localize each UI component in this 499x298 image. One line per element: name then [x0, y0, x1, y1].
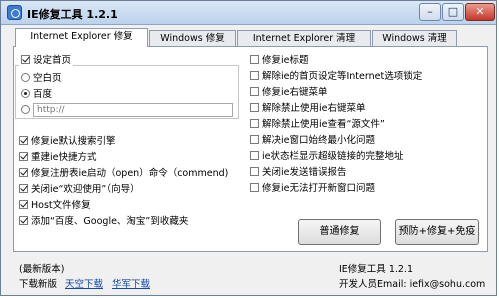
radio-label: 空白页	[33, 73, 62, 84]
check-label: 解决ie窗口始终最小化问题	[262, 135, 375, 146]
minimize-button[interactable]: –	[419, 3, 441, 21]
set-homepage-checkbox[interactable]: 设定首页	[19, 55, 74, 67]
check-label: 重建ie快捷方式	[31, 152, 97, 163]
left-check-2[interactable]: 重建ie快捷方式	[19, 152, 96, 164]
right-check-2[interactable]: 解除ie的首页设定等Internet选项锁定	[250, 71, 422, 83]
right-check-7[interactable]: ie状态栏显示超级链接的完整地址	[250, 151, 404, 163]
close-button[interactable]: ✕	[465, 3, 495, 21]
checkbox-box[interactable]	[250, 87, 259, 96]
checkbox-box[interactable]	[19, 152, 28, 161]
left-check-3[interactable]: 修复注册表ie启动（open）命令（commend)	[19, 168, 228, 180]
left-check-1[interactable]: 修复ie默认搜索引擎	[19, 136, 115, 148]
check-label: 解除禁止使用ie查看“源文件”	[262, 119, 385, 130]
check-label: Host文件修复	[31, 200, 91, 211]
right-check-6[interactable]: 解决ie窗口始终最小化问题	[250, 135, 375, 147]
tab-windows-clean[interactable]: Windows 清理	[372, 30, 457, 46]
checkbox-box[interactable]	[250, 71, 259, 80]
check-label: 修复注册表ie启动（open）命令（commend)	[31, 168, 229, 179]
right-check-9[interactable]: 修复ie无法打开新窗口问题	[250, 183, 375, 195]
check-label: 关闭ie发送错误报告	[262, 167, 347, 178]
check-label: 修复ie标题	[262, 55, 309, 66]
checkbox-box[interactable]	[250, 119, 259, 128]
check-label: 添加“百度、Google、淘宝”到收藏夹	[31, 216, 189, 227]
tab-ie-repair[interactable]: Internet Explorer 修复	[15, 28, 148, 47]
radio-custom-url[interactable]	[21, 105, 30, 114]
link-tianyi-download[interactable]: 天空下载	[65, 276, 103, 290]
check-label: 修复ie右键菜单	[262, 87, 328, 98]
maximize-button[interactable]: □	[442, 3, 464, 21]
right-check-4[interactable]: 解除禁止使用ie右键菜单	[250, 103, 366, 115]
set-homepage-label: 设定首页	[33, 55, 72, 66]
checkbox-box[interactable]	[19, 184, 28, 193]
app-version-label: IE修复工具 1.2.1	[339, 264, 413, 275]
radio-circle[interactable]	[21, 89, 30, 98]
radio-blank-page[interactable]: 空白页	[21, 73, 62, 85]
check-label: 修复ie无法打开新窗口问题	[262, 183, 375, 194]
check-label: ie状态栏显示超级链接的完整地址	[262, 151, 404, 162]
checkbox-box[interactable]	[250, 55, 259, 64]
radio-label: 百度	[33, 89, 53, 100]
download-label: 下载新版	[19, 279, 58, 290]
checkbox-box[interactable]	[250, 183, 259, 192]
left-check-5[interactable]: Host文件修复	[19, 200, 91, 212]
link-huajun-download[interactable]: 华军下载	[112, 276, 150, 290]
checkbox-box[interactable]	[250, 103, 259, 112]
checkbox-box[interactable]	[250, 151, 259, 160]
check-label: 解除禁止使用ie右键菜单	[262, 103, 366, 114]
checkbox-box[interactable]	[19, 136, 28, 145]
window-title: IE修复工具 1.2.1	[27, 8, 118, 21]
tab-windows-repair[interactable]: Windows 修复	[149, 30, 236, 46]
app-icon	[7, 5, 22, 20]
checkbox-box[interactable]	[19, 168, 28, 177]
left-check-6[interactable]: 添加“百度、Google、淘宝”到收藏夹	[19, 216, 188, 228]
immune-repair-button[interactable]: 预防+修复+免疫	[395, 219, 479, 245]
checkbox-box[interactable]	[19, 200, 28, 209]
left-check-4[interactable]: 关闭ie“欢迎使用”（向导）	[19, 184, 140, 196]
tab-ie-clean[interactable]: Internet Explorer 清理	[237, 30, 371, 46]
right-check-5[interactable]: 解除禁止使用ie查看“源文件”	[250, 119, 385, 131]
app-window: IE修复工具 1.2.1 – □ ✕ Internet Explorer 修复 …	[0, 0, 497, 296]
title-bar: IE修复工具 1.2.1 – □ ✕	[1, 1, 496, 25]
right-check-1[interactable]: 修复ie标题	[250, 55, 308, 67]
latest-version-label: (最新版本)	[19, 264, 65, 275]
check-label: 修复ie默认搜索引擎	[31, 136, 116, 147]
normal-repair-button[interactable]: 普通修复	[298, 219, 381, 245]
check-label: 关闭ie“欢迎使用”（向导）	[31, 184, 140, 195]
checkbox-box[interactable]	[250, 167, 259, 176]
right-check-8[interactable]: 关闭ie发送错误报告	[250, 167, 346, 179]
radio-baidu[interactable]: 百度	[21, 89, 52, 101]
checkbox-box[interactable]	[250, 135, 259, 144]
right-check-3[interactable]: 修复ie右键菜单	[250, 87, 327, 99]
homepage-url-input[interactable]: http://	[33, 103, 233, 117]
checkbox-box[interactable]	[19, 216, 28, 225]
radio-circle[interactable]	[21, 73, 30, 82]
check-label: 解除ie的首页设定等Internet选项锁定	[262, 71, 423, 82]
developer-email-label: 开发人员Email: iefix@sohu.com	[339, 279, 486, 290]
checkbox-box[interactable]	[21, 55, 30, 64]
